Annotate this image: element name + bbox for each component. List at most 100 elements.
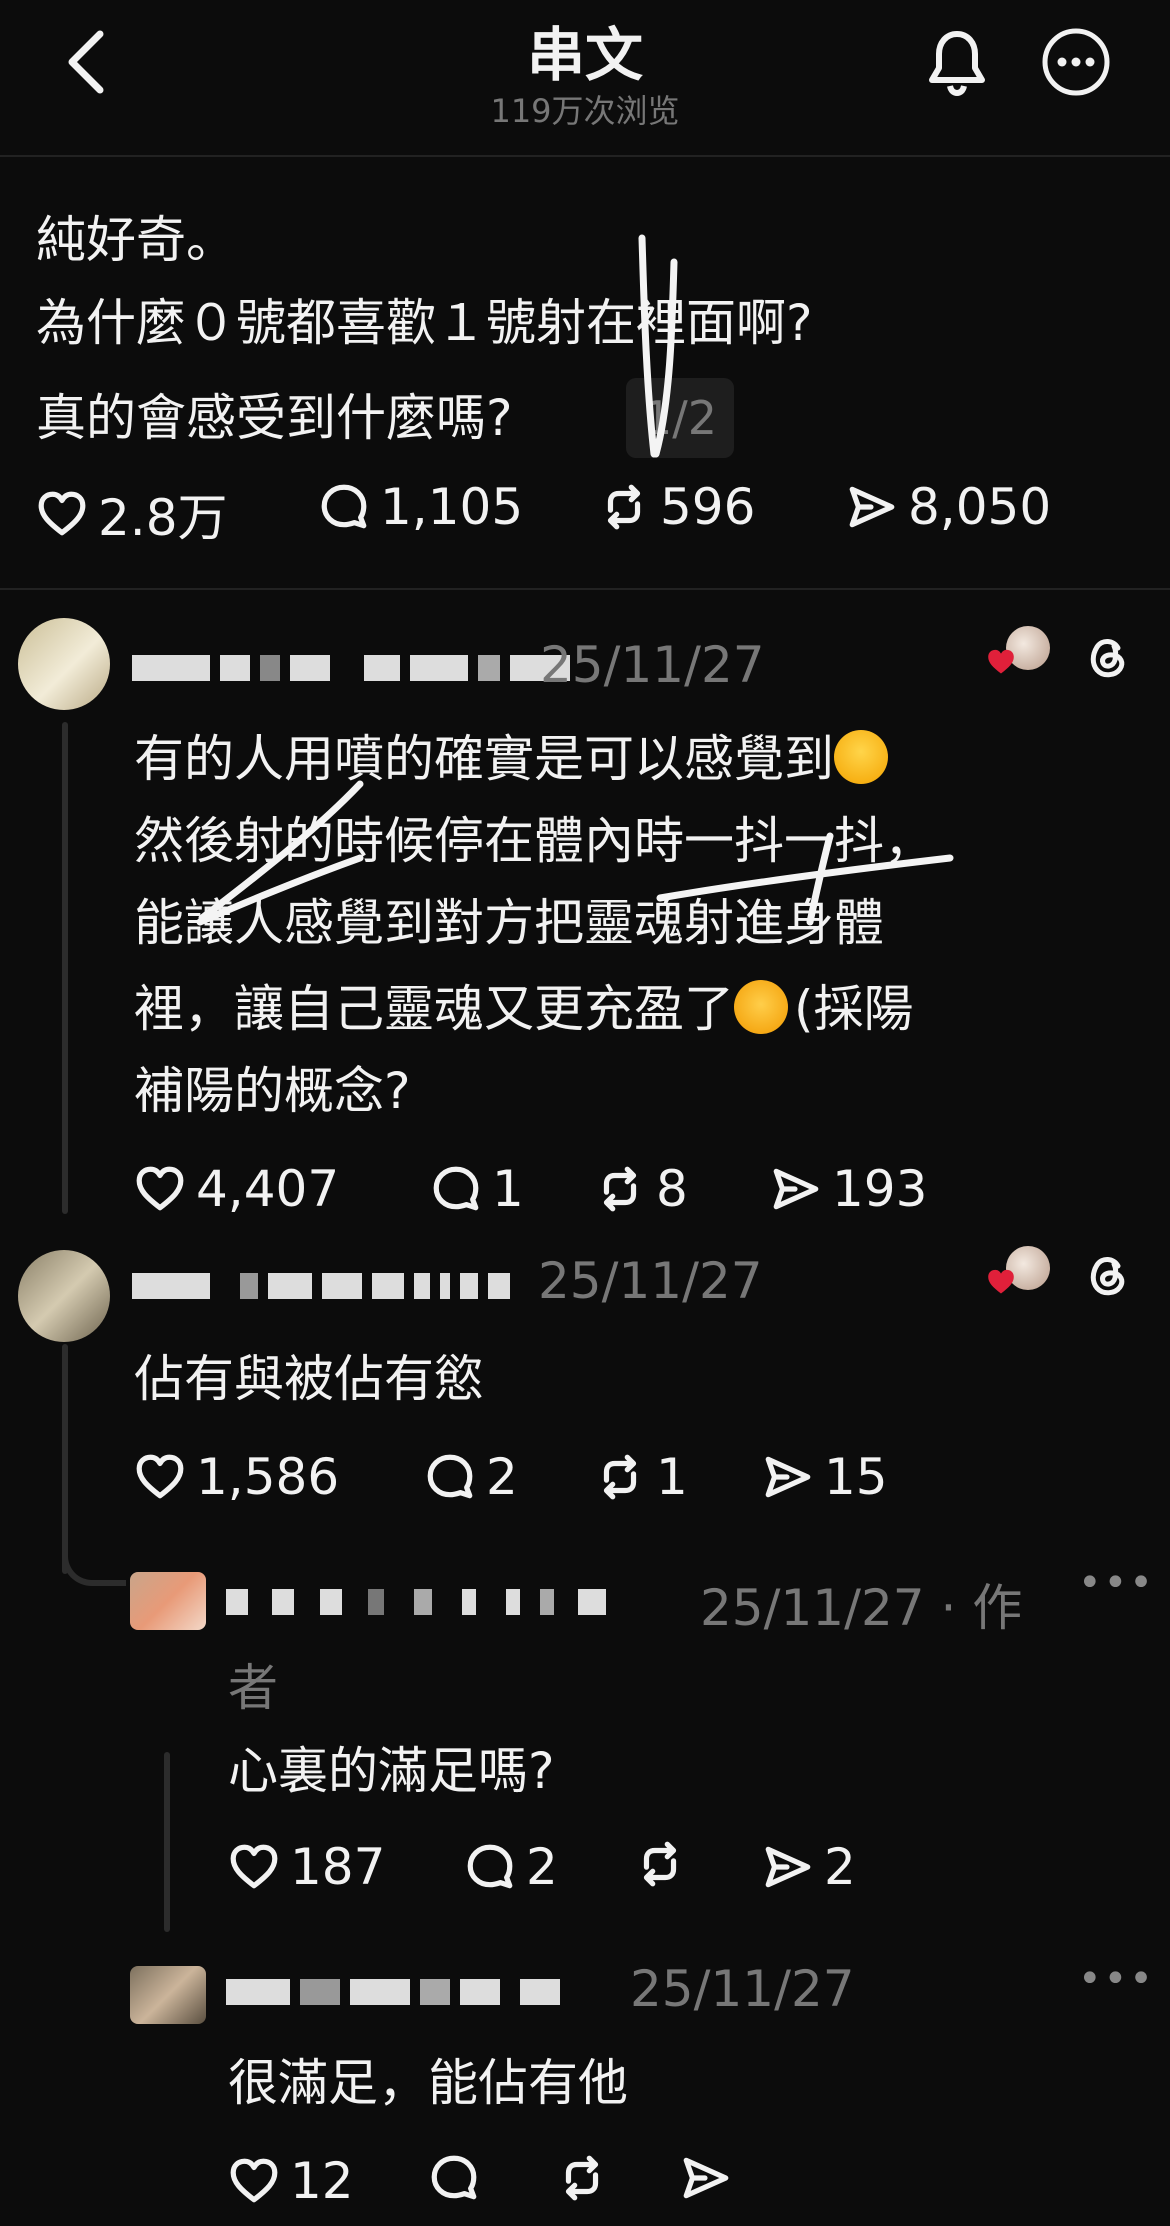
post-divider [0, 588, 1170, 590]
post-like-button[interactable]: 2.8万 [36, 478, 228, 550]
heart-icon [228, 2155, 280, 2207]
comment-text-line-5: 補陽的概念? [134, 1062, 411, 1120]
repost-icon [634, 1838, 686, 1890]
avatar[interactable] [130, 1572, 206, 1630]
view-count: 119万次浏览 [490, 92, 680, 130]
repost-icon [594, 1163, 646, 1215]
more-options-icon[interactable]: ••• [1078, 1956, 1155, 2002]
comment-scribble-marks [196, 780, 954, 926]
comment-text-line-1: 心裏的滿足嗎? [228, 1742, 555, 1800]
comment-text-line-4: 裡，讓自己靈魂又更充盈了 (採陽 [134, 978, 914, 1040]
repost-icon [556, 2152, 608, 2204]
comment-date-value: 25/11/27 [700, 1579, 925, 1637]
smiling-face-with-hearts-emoji-icon [734, 980, 788, 1034]
more-options-icon[interactable] [1040, 26, 1112, 98]
post-comment-count: 1,105 [380, 478, 524, 536]
username-redacted[interactable] [226, 1972, 560, 2012]
reply-connector-curve [62, 1540, 126, 1586]
post-text-line-1: 純好奇。 [36, 211, 236, 269]
comment-like-button[interactable]: 1,586 [134, 1448, 339, 1506]
heart-icon [36, 488, 88, 540]
more-options-icon[interactable]: ••• [1078, 1560, 1155, 1606]
heart-icon [228, 1841, 280, 1893]
comment-share-button[interactable]: 193 [770, 1160, 927, 1218]
page-title: 串文 [526, 21, 643, 89]
heart-icon [134, 1163, 186, 1215]
avatar[interactable] [18, 1250, 110, 1342]
username-redacted[interactable] [132, 1266, 510, 1306]
comment-icon [428, 2152, 480, 2204]
post-share-count: 8,050 [908, 478, 1052, 536]
thread-connector [62, 722, 68, 1214]
heart-icon [134, 1451, 186, 1503]
threads-logo-icon[interactable] [1080, 1246, 1136, 1302]
avatar[interactable] [130, 1966, 206, 2024]
comment-date: 25/11/27 [630, 1960, 855, 2018]
share-icon [846, 481, 898, 533]
header-divider [0, 155, 1170, 157]
comment-share-count: 2 [824, 1838, 856, 1896]
comment-share-count: 15 [824, 1448, 888, 1506]
red-heart-icon [988, 649, 1014, 674]
comment-reply-button[interactable]: 2 [424, 1448, 518, 1506]
comment-repost-count: 8 [656, 1160, 688, 1218]
comment-date: 25/11/27 · 作 [700, 1568, 1022, 1640]
comment-text: 裡，讓自己靈魂又更充盈了 [134, 980, 734, 1038]
post-text-line-3: 真的會感受到什麼嗎? [36, 389, 513, 447]
repost-icon [598, 481, 650, 533]
comment-like-button[interactable]: 4,407 [134, 1160, 339, 1218]
post-scribble-mark [638, 234, 678, 458]
comment-repost-button[interactable] [556, 2152, 618, 2204]
comment-reply-count: 2 [486, 1448, 518, 1506]
comment-text: (採陽 [794, 980, 914, 1038]
share-icon [770, 1163, 822, 1215]
share-icon [680, 2152, 732, 2204]
comment-icon [430, 1163, 482, 1215]
comment-share-count: 193 [832, 1160, 928, 1218]
comment-share-button[interactable] [680, 2152, 742, 2204]
liked-by-author-badge [984, 626, 1050, 686]
comment-repost-button[interactable]: 8 [594, 1160, 688, 1218]
comment-reply-button[interactable] [428, 2152, 490, 2204]
comment-like-count: 12 [290, 2152, 354, 2210]
comment-like-count: 1,586 [196, 1448, 340, 1506]
comment-icon [318, 481, 370, 533]
threads-logo-icon[interactable] [1080, 628, 1136, 684]
comment-reply-button[interactable]: 1 [430, 1160, 524, 1218]
thread-connector [164, 1752, 170, 1932]
share-icon [762, 1841, 814, 1893]
comment-reply-count: 1 [492, 1160, 524, 1218]
comment-share-button[interactable]: 2 [762, 1838, 856, 1896]
red-heart-icon [988, 1269, 1014, 1294]
comment-text-line-1: 很滿足，能佔有他 [228, 2054, 628, 2112]
username-redacted[interactable] [132, 648, 570, 688]
author-tag-wrap: 者 [228, 1659, 278, 1717]
notification-bell-icon[interactable] [922, 28, 992, 98]
comment-like-button[interactable]: 187 [228, 1838, 385, 1896]
top-bar: 串文 119万次浏览 [0, 0, 1170, 150]
comment-repost-button[interactable]: 1 [594, 1448, 688, 1506]
share-icon [762, 1451, 814, 1503]
liked-by-author-badge [984, 1246, 1050, 1306]
post-repost-button[interactable]: 596 [598, 478, 755, 536]
comment-date: 25/11/27 [538, 1252, 763, 1310]
author-tag: · 作 [940, 1579, 1023, 1637]
comment-share-button[interactable]: 15 [762, 1448, 888, 1506]
post-text-line-2: 為什麼０號都喜歡１號射在裡面啊? [36, 294, 813, 352]
username-redacted[interactable] [226, 1582, 606, 1622]
comment-reply-button[interactable]: 2 [464, 1838, 558, 1896]
comment-date: 25/11/27 [540, 636, 765, 694]
comment-repost-count: 1 [656, 1448, 688, 1506]
comment-repost-button[interactable] [634, 1838, 696, 1890]
post-share-button[interactable]: 8,050 [846, 478, 1051, 536]
comment-like-button[interactable]: 12 [228, 2152, 354, 2210]
comment-reply-count: 2 [526, 1838, 558, 1896]
comment-icon [464, 1841, 516, 1893]
comment-icon [424, 1451, 476, 1503]
post-like-count: 2.8万 [98, 489, 228, 547]
post-comment-button[interactable]: 1,105 [318, 478, 523, 536]
comment-text-line-1: 佔有與被佔有慾 [134, 1350, 484, 1408]
avatar[interactable] [18, 618, 110, 710]
post-repost-count: 596 [660, 478, 756, 536]
comment-like-count: 4,407 [196, 1160, 340, 1218]
